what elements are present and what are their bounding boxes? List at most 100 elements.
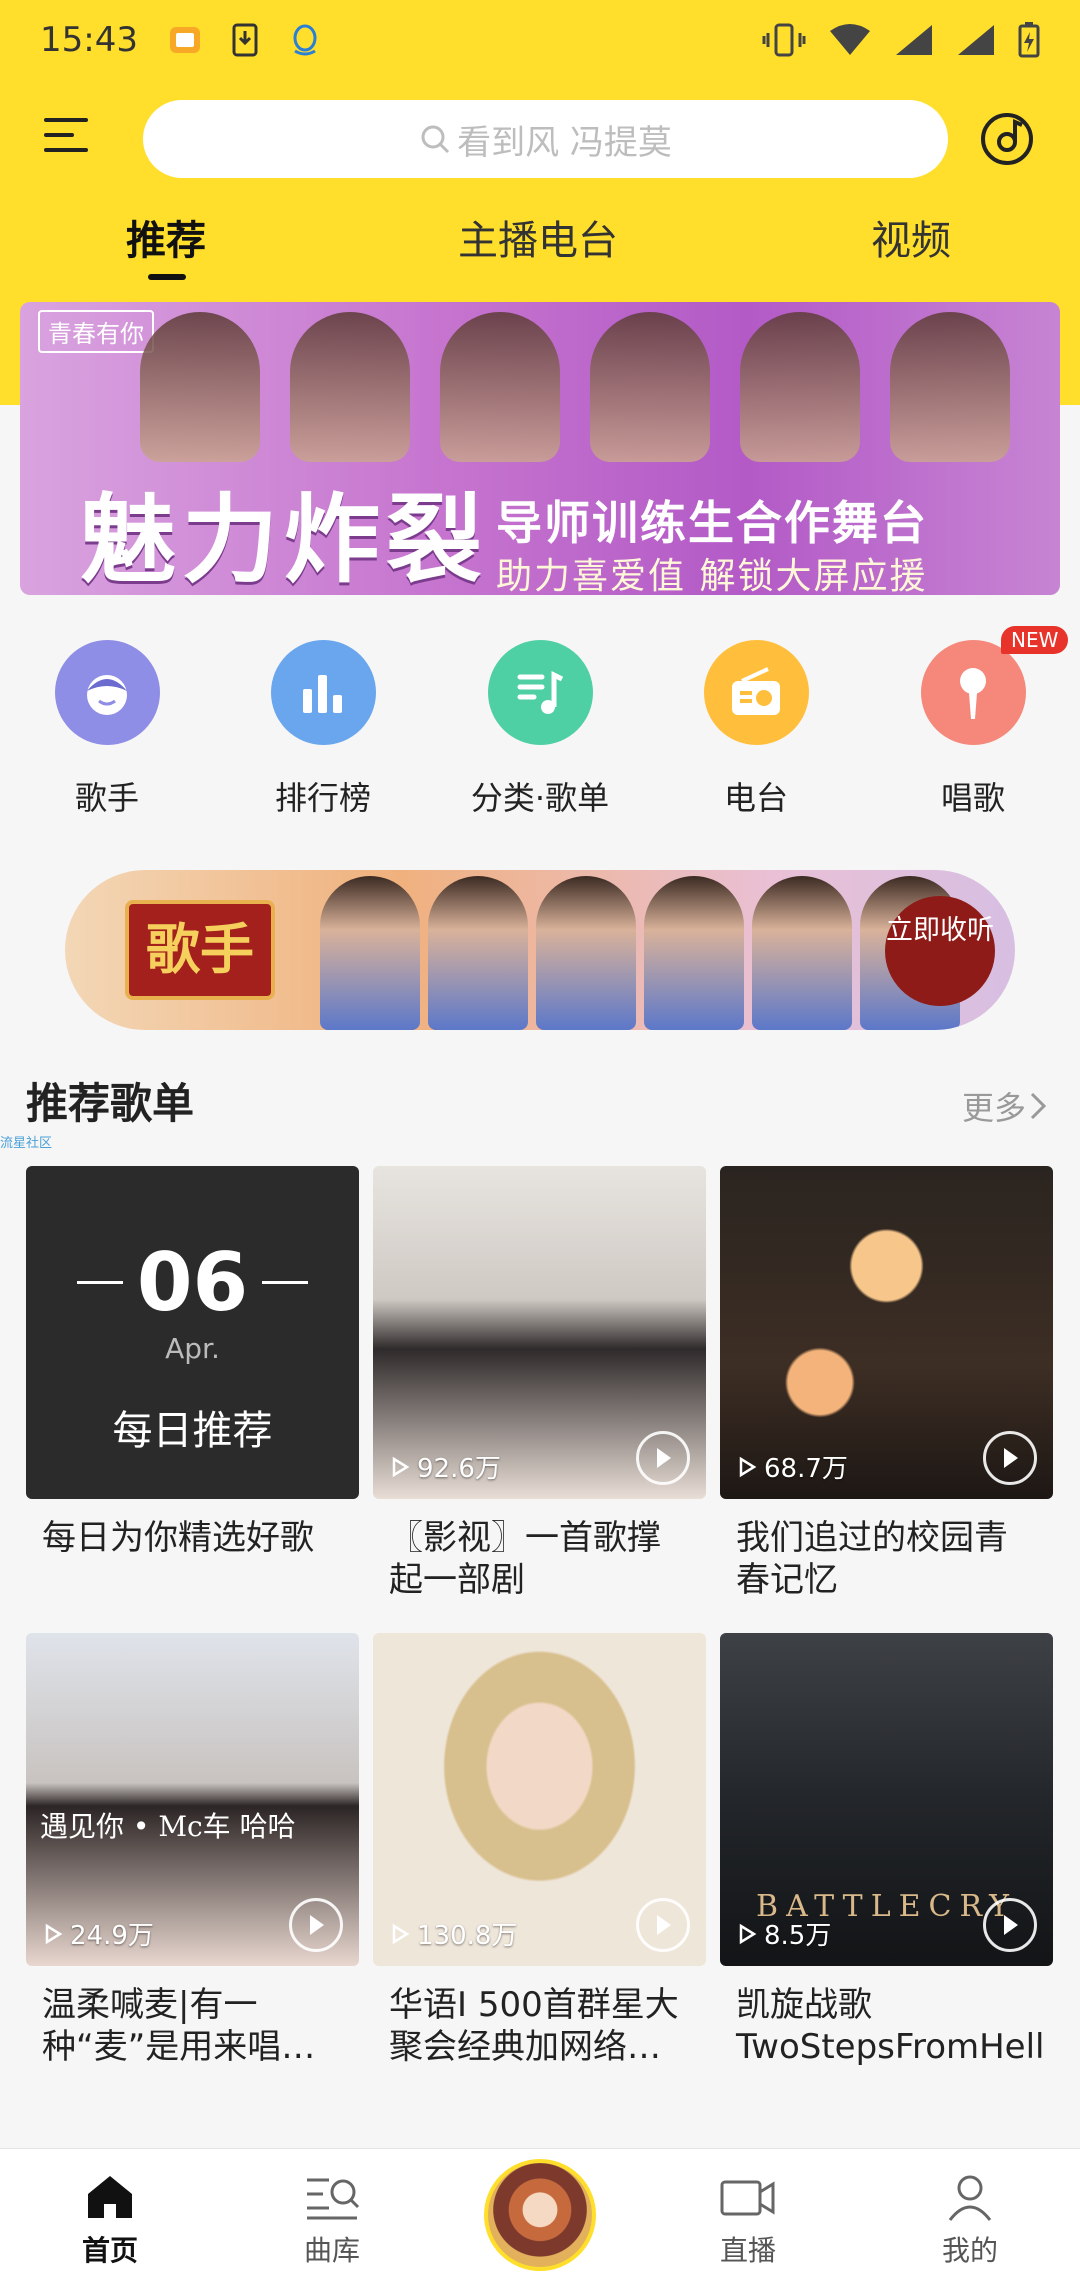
play-button[interactable] <box>289 1898 343 1952</box>
daily-date: 06 <box>26 1236 359 1329</box>
banner-artwork <box>140 312 1020 472</box>
promo-banner[interactable]: 歌手 立即收听 <box>65 870 1015 1030</box>
playlist-card-daily[interactable]: 06 Apr. 每日推荐 每日为你精选好歌 <box>26 1166 359 1559</box>
play-small-icon <box>392 1923 410 1944</box>
listen-now-button[interactable]: 立即收听 <box>885 896 995 1006</box>
tab-indicator <box>148 274 186 280</box>
playlist-card[interactable]: 130.8万 华语I 500首群星大聚会经典加网络热歌 <box>373 1633 706 2068</box>
playlist-title: 我们追过的校园青春记忆 <box>736 1518 1008 1600</box>
play-button[interactable] <box>636 1898 690 1952</box>
play-small-icon <box>739 1456 757 1477</box>
signal-icon-2 <box>958 25 994 55</box>
more-label: 更多 <box>961 1089 1026 1127</box>
playlist-title: 华语I 500首群星大聚会经典加网络热歌 <box>389 1985 679 2067</box>
wifi-icon <box>830 24 870 55</box>
play-small-icon <box>392 1456 410 1477</box>
daily-day: 06 <box>136 1236 249 1329</box>
play-button[interactable] <box>983 1431 1037 1485</box>
playlist-cover: 68.7万 <box>720 1166 1053 1499</box>
status-time: 15:43 <box>40 20 138 60</box>
daily-month: Apr. <box>165 1332 220 1365</box>
user-icon <box>900 2169 1040 2225</box>
search-placeholder: 看到风 冯提莫 <box>457 122 672 163</box>
nav-label: 直播 <box>719 2234 776 2267</box>
menu-line <box>44 133 74 137</box>
playlist-icon <box>487 640 593 745</box>
playlist-card[interactable]: 92.6万 〖影视〗一首歌撑起一部剧 <box>373 1166 706 1601</box>
search-input[interactable]: 看到风 冯提莫 <box>143 100 948 178</box>
now-playing-disc[interactable] <box>484 2159 596 2271</box>
radio-icon <box>703 640 809 745</box>
nav-label: 我的 <box>941 2234 998 2267</box>
singer-icon <box>54 640 160 745</box>
category-label: 分类·歌单 <box>470 779 610 817</box>
cover-text: 遇见你 • Mc车 哈哈 <box>40 1810 296 1843</box>
music-disc-button[interactable] <box>978 110 1036 168</box>
daily-cover: 06 Apr. 每日推荐 <box>26 1166 359 1499</box>
category-singer[interactable]: 歌手 <box>27 640 187 819</box>
status-bar: 15:43 <box>0 0 1080 80</box>
nav-live[interactable]: 直播 <box>678 2169 818 2269</box>
play-button[interactable] <box>983 1898 1037 1952</box>
tab-recommend[interactable]: 推荐 <box>126 208 206 266</box>
category-karaoke[interactable]: NEW 唱歌 <box>893 626 1069 819</box>
chart-icon <box>270 640 376 745</box>
app-notification-icon <box>168 23 202 57</box>
nav-home[interactable]: 首页 <box>40 2169 180 2269</box>
section-title: 推荐歌单 <box>26 1079 195 1128</box>
daily-label: 每日推荐 <box>112 1408 273 1454</box>
play-count: 24.9万 <box>42 1915 154 1952</box>
library-search-icon <box>262 2169 402 2225</box>
nav-label: 首页 <box>81 2234 138 2267</box>
nav-profile[interactable]: 我的 <box>900 2169 1040 2269</box>
banner-subtitle: 导师训练生合作舞台 <box>496 496 928 550</box>
category-label: 排行榜 <box>274 779 371 817</box>
chevron-right-icon <box>1030 1092 1047 1120</box>
playlist-title: 温柔喊麦|有一种“麦”是用来唱给你听的 <box>42 1985 316 2067</box>
play-count: 68.7万 <box>736 1448 848 1485</box>
search-row: 看到风 冯提莫 <box>0 100 1080 178</box>
menu-line <box>44 118 88 122</box>
playlist-card[interactable]: 遇见你 • Mc车 哈哈 24.9万 温柔喊麦|有一种“麦”是用来唱给你听的 <box>26 1633 359 2068</box>
battery-icon <box>1018 22 1040 58</box>
category-label: 电台 <box>723 779 788 817</box>
menu-line <box>44 148 88 152</box>
play-button[interactable] <box>636 1431 690 1485</box>
vibrate-icon <box>762 23 806 57</box>
promo-artwork <box>320 876 960 1030</box>
banner-caption: 助力喜爱值 解锁大屏应援 <box>496 556 928 595</box>
microphone-icon <box>920 640 1026 745</box>
hero-banner[interactable]: 青春有你 魅力炸裂 导师训练生合作舞台 助力喜爱值 解锁大屏应援 <box>20 302 1060 595</box>
category-radio[interactable]: 电台 <box>676 640 836 819</box>
playlist-cover: 92.6万 <box>373 1166 706 1499</box>
status-right-icons <box>762 22 1040 58</box>
top-tabs: 推荐 主播电台 视频 <box>0 208 1080 283</box>
play-small-icon <box>739 1923 757 1944</box>
menu-button[interactable] <box>44 118 92 158</box>
playlist-title: 每日为你精选好歌 <box>42 1518 314 1558</box>
category-playlist[interactable]: 分类·歌单 <box>460 640 620 819</box>
nav-library[interactable]: 曲库 <box>262 2169 402 2269</box>
video-camera-icon <box>678 2169 818 2225</box>
playlist-card[interactable]: 68.7万 我们追过的校园青春记忆 <box>720 1166 1053 1601</box>
banner-headline: 魅力炸裂 <box>80 483 488 595</box>
play-small-icon <box>45 1923 63 1944</box>
bottom-navigation: 首页 曲库 直播 我的 <box>0 2148 1080 2280</box>
new-badge: NEW <box>1001 626 1069 654</box>
more-link[interactable]: 更多 <box>962 1083 1050 1129</box>
playlist-cover: 遇见你 • Mc车 哈哈 24.9万 <box>26 1633 359 1966</box>
play-count: 92.6万 <box>389 1448 501 1485</box>
category-row: 歌手 排行榜 分类·歌单 电台 NEW 唱歌 <box>0 626 1080 830</box>
community-tag: 流星社区 <box>0 1136 53 1151</box>
tab-video[interactable]: 视频 <box>871 208 951 266</box>
category-chart[interactable]: 排行榜 <box>243 640 403 819</box>
nav-label: 曲库 <box>303 2234 360 2267</box>
playlist-cover: 130.8万 <box>373 1633 706 1966</box>
promo-title: 歌手 <box>125 900 275 1000</box>
qq-icon <box>288 23 322 57</box>
banner-logo: 青春有你 <box>38 310 154 353</box>
playlist-card[interactable]: BATTLECRY 8.5万 凯旋战歌TwoStepsFromHell <box>720 1633 1053 2068</box>
tab-anchor-radio[interactable]: 主播电台 <box>458 208 618 266</box>
download-icon <box>228 23 262 57</box>
play-count: 8.5万 <box>736 1915 831 1952</box>
